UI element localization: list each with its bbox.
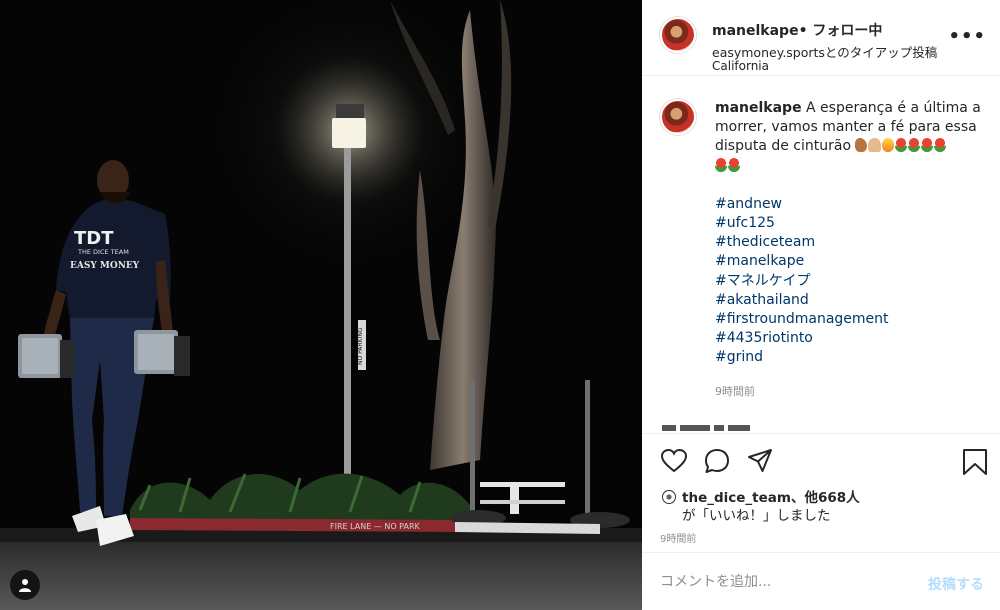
likes-summary: the_dice_team、他668人 [662,486,860,506]
author-avatar[interactable] [660,17,696,53]
hashtag-link[interactable]: #ufc125 [715,214,985,233]
rose-emoji-icon [921,138,934,153]
pole-sign-text: NO PARKING [357,327,364,365]
caption: manelkape A esperança é a última a morre… [715,99,985,368]
author-line: manelkape• フォロー中 [712,20,882,40]
post-side-panel: manelkape• フォロー中 easymoney.sportsとのタイアップ… [642,0,1000,610]
shirt-brand-text: TDT [74,228,114,249]
hashtag-list: #andnew #ufc125 #thediceteam #manelkape … [715,195,985,368]
post-timestamp[interactable]: 9時間前 [660,530,696,545]
rose-emoji-icon [715,157,727,172]
paper-plane-icon[interactable] [746,448,774,474]
rose-emoji-icon [895,138,908,153]
hashtag-link[interactable]: #andnew [715,195,985,214]
peek-fragment [728,425,750,431]
heart-icon[interactable] [660,448,688,474]
person-icon [19,579,31,592]
hashtag-link[interactable]: #akathailand [715,291,985,310]
rose-emoji-icon [934,138,947,153]
shirt-slogan-text: EASY MONEY [70,261,140,271]
location-link[interactable]: California [712,59,769,73]
bookmark-icon[interactable] [962,448,988,476]
tagged-users-button[interactable] [10,570,40,600]
caption-timestamp: 9時間前 [715,385,755,398]
comment-input[interactable] [660,571,900,593]
photo-scene: NO PARKING FIRE LANE — NO PARK TDT THE D… [0,0,642,610]
caption-author-avatar[interactable] [660,99,696,135]
peek-fragment [662,425,676,431]
post-header: manelkape• フォロー中 easymoney.sportsとのタイアップ… [642,0,1000,76]
rose-emoji-icon [728,157,740,172]
hashtag-link[interactable]: #4435riotinto [715,329,985,348]
author-username[interactable]: manelkape [712,23,799,39]
shirt-team-text: THE DICE TEAM [77,248,129,256]
rose-emoji-icon [908,138,921,153]
curb-text: FIRE LANE — NO PARK [330,522,421,531]
hashtag-link[interactable]: #マネルケイプ [715,272,985,291]
more-options-icon[interactable]: ••• [948,26,986,47]
next-comment-peek [662,425,992,432]
folded-hands-emoji-icon [868,138,882,153]
caption-username[interactable]: manelkape [715,100,802,116]
add-comment-form: 投稿する [642,552,1000,610]
comments-section[interactable]: manelkape A esperança é a última a morre… [642,77,1000,432]
hashtag-link[interactable]: #grind [715,348,985,367]
likes-suffix: が「いいね！」しました [682,508,831,524]
hashtag-link[interactable]: #firstroundmanagement [715,310,985,329]
hashtag-link[interactable]: #manelkape [715,252,985,271]
fire-emoji-icon [882,138,895,153]
peek-fragment [714,425,724,431]
liker-avatar[interactable] [662,490,676,504]
follow-status-button[interactable]: • フォロー中 [799,23,883,39]
flexed-biceps-emoji-icon [855,138,868,153]
post-photo[interactable]: NO PARKING FIRE LANE — NO PARK TDT THE D… [0,0,642,610]
instagram-post-view: NO PARKING FIRE LANE — NO PARK TDT THE D… [0,0,1000,610]
hashtag-link[interactable]: #thediceteam [715,233,985,252]
post-actions: the_dice_team、他668人 が「いいね！」しました 9時間前 [642,433,1000,551]
post-comment-button[interactable]: 投稿する [928,574,984,594]
peek-fragment [680,425,710,431]
comment-icon[interactable] [703,448,731,474]
